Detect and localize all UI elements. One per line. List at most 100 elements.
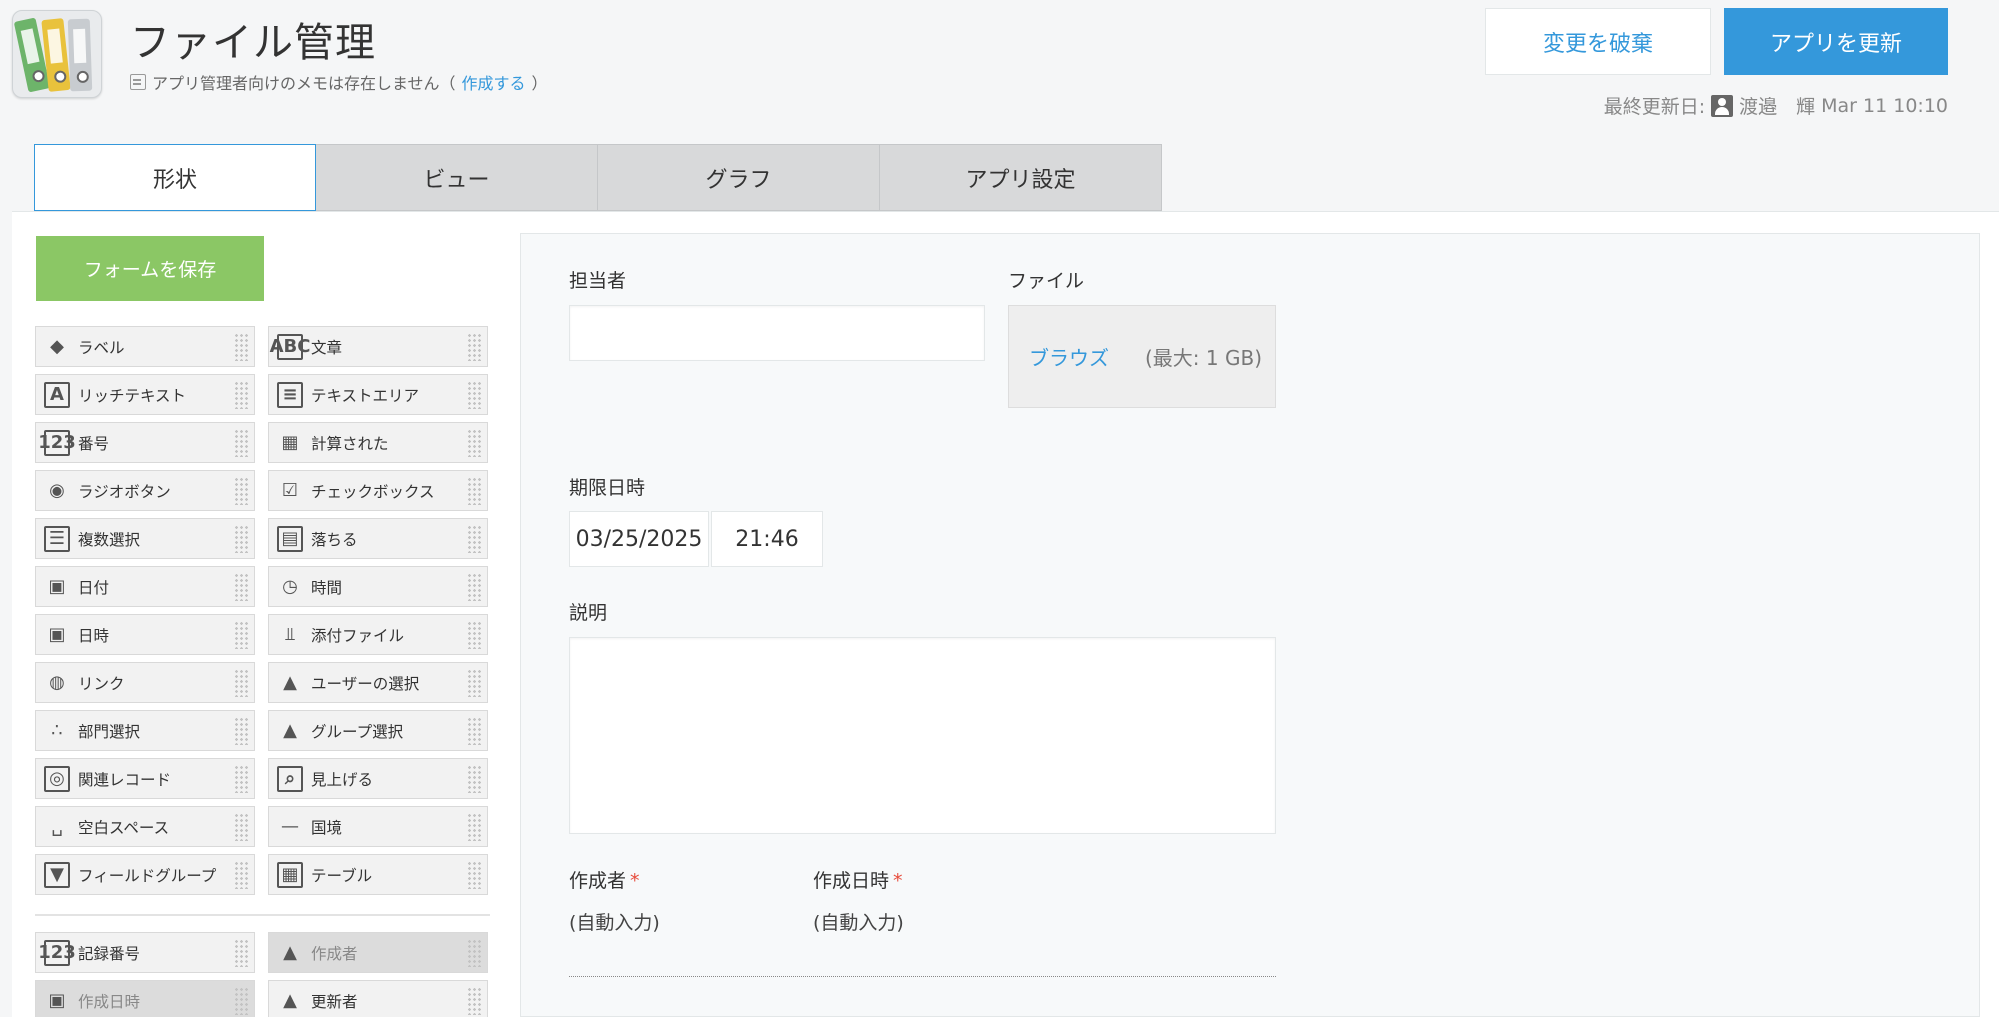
drag-handle-icon[interactable] bbox=[234, 381, 248, 409]
palette-item-label: 落ちる bbox=[311, 530, 358, 549]
palette-item[interactable]: ▲ ユーザーの選択 bbox=[268, 662, 488, 703]
palette-item-label: 日付 bbox=[78, 578, 110, 597]
drag-handle-icon[interactable] bbox=[467, 717, 481, 745]
drag-handle-icon[interactable] bbox=[234, 429, 248, 457]
drag-handle-icon[interactable] bbox=[467, 861, 481, 889]
datetime-icon: ▣ bbox=[48, 990, 66, 1011]
rich-text-icon: A bbox=[44, 381, 70, 408]
palette-item[interactable]: ▲ 作成者 bbox=[268, 932, 488, 973]
drag-handle-icon[interactable] bbox=[234, 861, 248, 889]
palette-item-label: ユーザーの選択 bbox=[311, 674, 420, 693]
palette-item[interactable]: ▦ テーブル bbox=[268, 854, 488, 895]
drag-handle-icon[interactable] bbox=[467, 765, 481, 793]
drag-handle-icon[interactable] bbox=[467, 987, 481, 1015]
calendar-icon: ▣ bbox=[48, 576, 66, 597]
last-updated-user[interactable]: 渡邉 輝 bbox=[1739, 92, 1815, 119]
palette-item[interactable]: ◍ リンク bbox=[35, 662, 255, 703]
palette-item[interactable]: ▣ 日付 bbox=[35, 566, 255, 607]
palette-item[interactable]: ▲ 更新者 bbox=[268, 980, 488, 1017]
assignee-field[interactable] bbox=[569, 305, 985, 361]
palette-item-label: 部門選択 bbox=[78, 722, 141, 741]
due-date-input[interactable]: 03/25/2025 bbox=[569, 511, 709, 567]
palette-item[interactable]: ◷ 時間 bbox=[268, 566, 488, 607]
drag-handle-icon[interactable] bbox=[467, 573, 481, 601]
palette-item[interactable]: 123 記録番号 bbox=[35, 932, 255, 973]
palette-divider bbox=[35, 914, 490, 916]
drag-handle-icon[interactable] bbox=[234, 525, 248, 553]
palette-item-label: テーブル bbox=[311, 866, 373, 885]
palette-item[interactable]: ◎ 関連レコード bbox=[35, 758, 255, 799]
palette-item[interactable]: ▼ フィールドグループ bbox=[35, 854, 255, 895]
drag-handle-icon[interactable] bbox=[467, 429, 481, 457]
assignee-label: 担当者 bbox=[569, 270, 627, 292]
drag-handle-icon[interactable] bbox=[234, 939, 248, 967]
palette-item-label: フィールドグループ bbox=[78, 866, 217, 885]
drag-handle-icon[interactable] bbox=[234, 813, 248, 841]
drag-handle-icon[interactable] bbox=[467, 621, 481, 649]
text-area-icon: ≡ bbox=[277, 381, 303, 408]
palette-item-label: リンク bbox=[78, 674, 125, 693]
drag-handle-icon[interactable] bbox=[234, 573, 248, 601]
drag-handle-icon[interactable] bbox=[467, 525, 481, 553]
due-time-input[interactable]: 21:46 bbox=[711, 511, 823, 567]
palette-item[interactable]: ␣ 空白スペース bbox=[35, 806, 255, 847]
palette-item[interactable]: ⌕ 見上げる bbox=[268, 758, 488, 799]
palette-item[interactable]: ◉ ラジオボタン bbox=[35, 470, 255, 511]
palette-item[interactable]: ∴ 部門選択 bbox=[35, 710, 255, 751]
palette-item-label: 日時 bbox=[78, 626, 110, 645]
drag-handle-icon[interactable] bbox=[467, 333, 481, 361]
palette-item[interactable]: ▣ 作成日時 bbox=[35, 980, 255, 1017]
save-form-button[interactable]: フォームを保存 bbox=[36, 236, 264, 301]
tab-graphs[interactable]: グラフ bbox=[598, 144, 880, 211]
palette-item[interactable]: ⫫ 添付ファイル bbox=[268, 614, 488, 655]
palette-item[interactable]: ABC 文章 bbox=[268, 326, 488, 367]
tab-app-settings[interactable]: アプリ設定 bbox=[880, 144, 1162, 211]
palette-item[interactable]: — 国境 bbox=[268, 806, 488, 847]
palette-item-label: 文章 bbox=[311, 338, 343, 357]
drag-handle-icon[interactable] bbox=[234, 333, 248, 361]
border-line-icon: — bbox=[281, 816, 299, 837]
tab-bar: 形状 ビュー グラフ アプリ設定 bbox=[34, 144, 1162, 211]
drag-handle-icon[interactable] bbox=[234, 987, 248, 1015]
palette-item-label: 計算された bbox=[311, 434, 389, 453]
org-chart-icon: ∴ bbox=[51, 720, 63, 741]
tab-views[interactable]: ビュー bbox=[316, 144, 598, 211]
radio-icon: ◉ bbox=[49, 480, 65, 501]
create-memo-link[interactable]: 作成する bbox=[462, 70, 526, 94]
palette-item[interactable]: 123 番号 bbox=[35, 422, 255, 463]
description-textarea[interactable] bbox=[569, 637, 1276, 834]
palette-item[interactable]: ☰ 複数選択 bbox=[35, 518, 255, 559]
drag-handle-icon[interactable] bbox=[467, 813, 481, 841]
tab-form[interactable]: 形状 bbox=[34, 144, 316, 211]
palette-item-label: 作成者 bbox=[311, 944, 358, 963]
number-icon: 123 bbox=[38, 939, 76, 966]
drag-handle-icon[interactable] bbox=[234, 765, 248, 793]
drag-handle-icon[interactable] bbox=[234, 717, 248, 745]
browse-button[interactable]: ブラウズ bbox=[1029, 342, 1109, 371]
palette-item-label: 添付ファイル bbox=[311, 626, 405, 645]
palette-item[interactable]: ≡ テキストエリア bbox=[268, 374, 488, 415]
palette-item[interactable]: ◆ ラベル bbox=[35, 326, 255, 367]
palette-item[interactable]: ▤ 落ちる bbox=[268, 518, 488, 559]
memo-icon bbox=[130, 74, 146, 90]
palette-item-label: 時間 bbox=[311, 578, 343, 597]
drag-handle-icon[interactable] bbox=[234, 477, 248, 505]
drag-handle-icon[interactable] bbox=[234, 621, 248, 649]
palette-item[interactable]: ▲ グループ選択 bbox=[268, 710, 488, 751]
drag-handle-icon[interactable] bbox=[467, 381, 481, 409]
palette-item[interactable]: A リッチテキスト bbox=[35, 374, 255, 415]
update-app-button[interactable]: アプリを更新 bbox=[1724, 8, 1948, 75]
drag-handle-icon[interactable] bbox=[467, 477, 481, 505]
created-at-value: (自動入力) bbox=[813, 912, 904, 934]
drag-handle-icon[interactable] bbox=[467, 939, 481, 967]
dropdown-icon: ▤ bbox=[277, 525, 303, 552]
palette-item[interactable]: ▣ 日時 bbox=[35, 614, 255, 655]
palette-item[interactable]: ▦ 計算された bbox=[268, 422, 488, 463]
discard-changes-button[interactable]: 変更を破棄 bbox=[1485, 8, 1711, 75]
drag-handle-icon[interactable] bbox=[467, 669, 481, 697]
palette-item-label: 国境 bbox=[311, 818, 343, 837]
palette-item-label: ラジオボタン bbox=[78, 482, 171, 501]
palette-item[interactable]: ☑ チェックボックス bbox=[268, 470, 488, 511]
drag-handle-icon[interactable] bbox=[234, 669, 248, 697]
admin-memo: アプリ管理者向けのメモは存在しません（ 作成する ） bbox=[130, 70, 548, 94]
